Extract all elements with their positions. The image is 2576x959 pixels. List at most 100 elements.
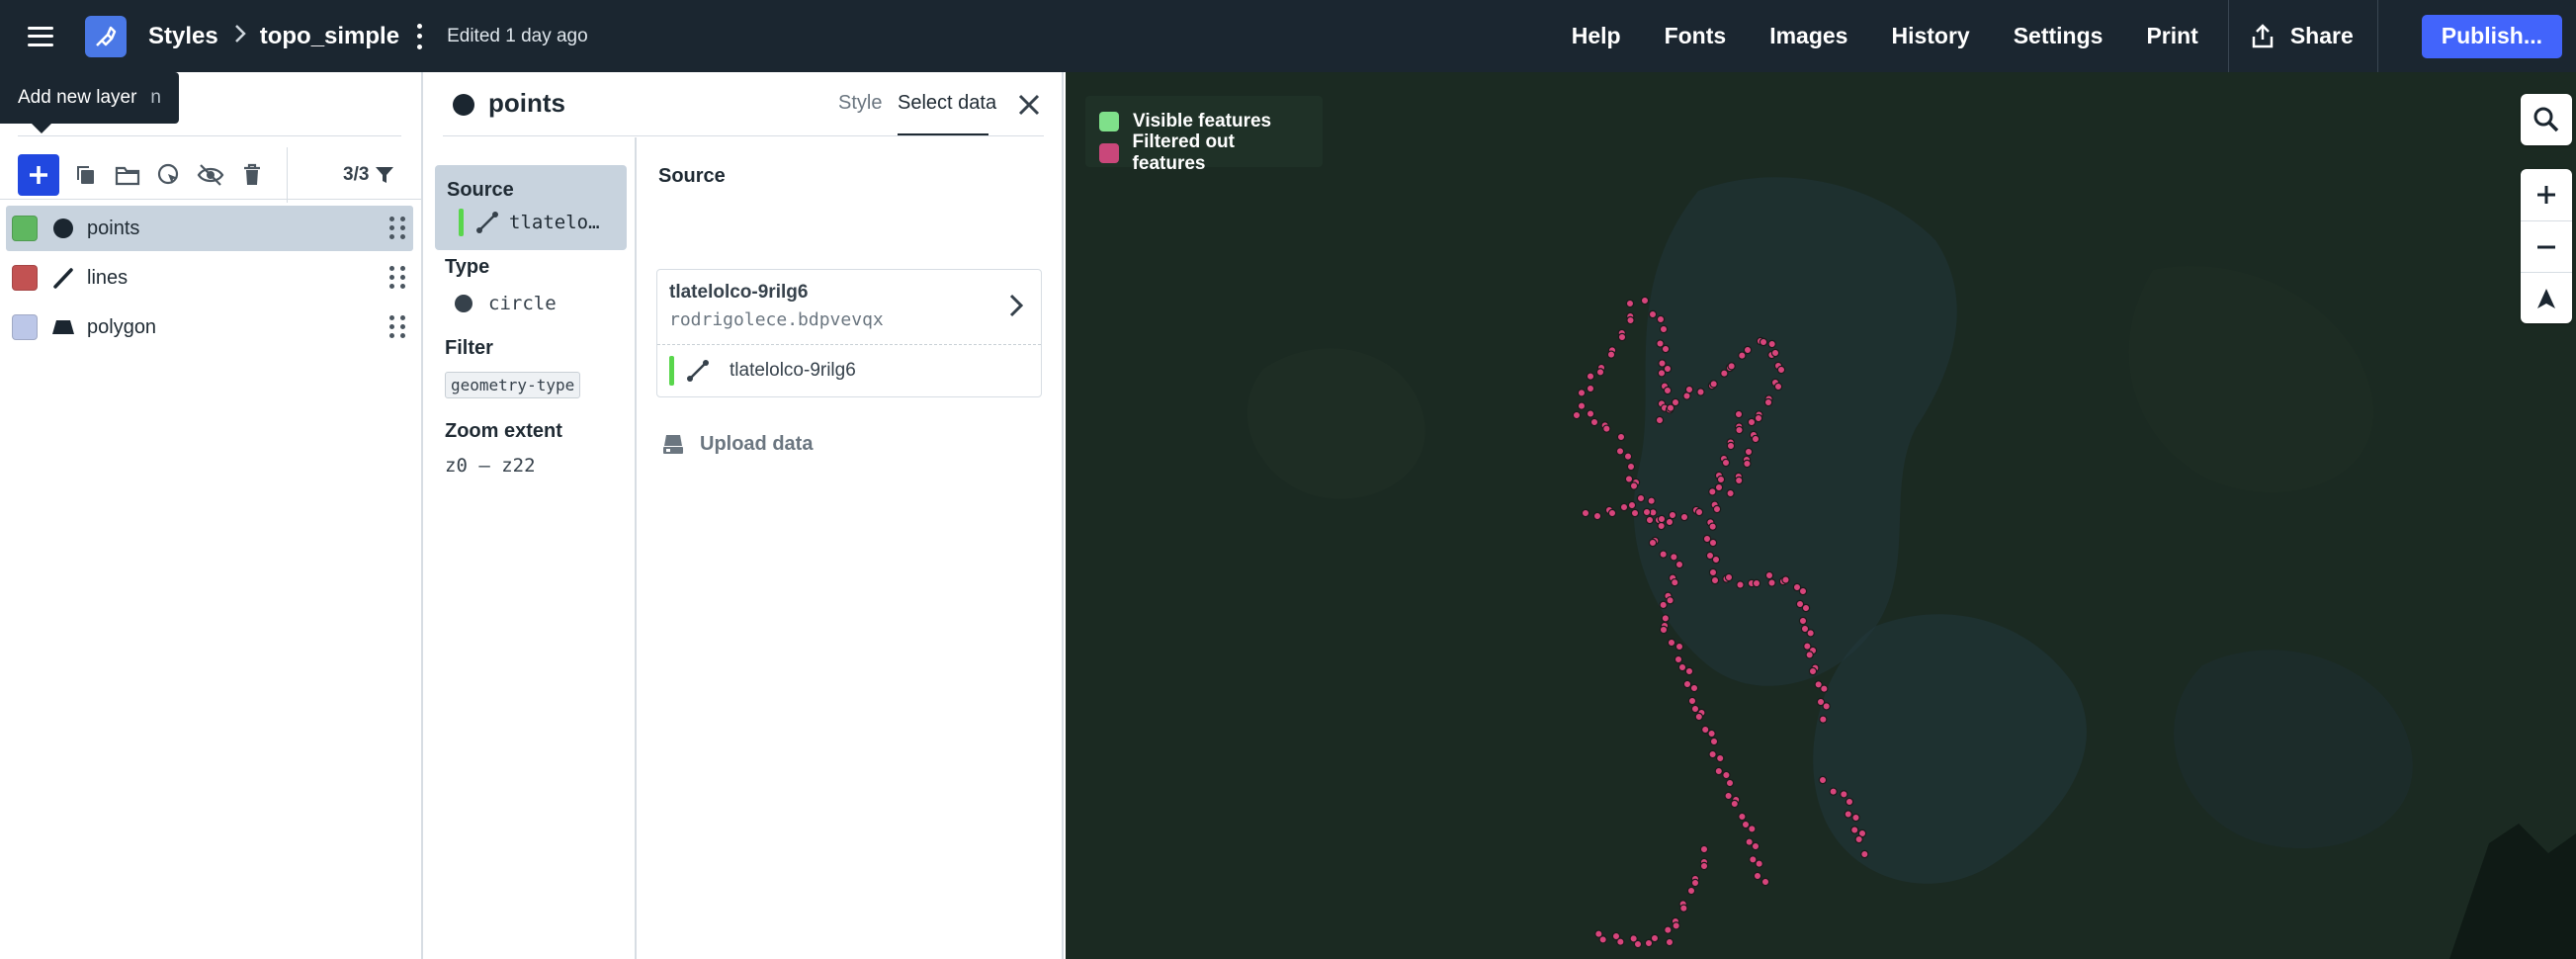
layer-panel: 3/3 points lines polygon bbox=[0, 72, 423, 959]
zoom-out-icon[interactable] bbox=[2521, 220, 2572, 272]
search-control bbox=[2521, 94, 2572, 145]
map-point bbox=[1674, 654, 1683, 664]
map-point bbox=[1699, 844, 1709, 854]
map-point bbox=[1661, 344, 1671, 354]
map-point bbox=[1595, 368, 1605, 377]
map-point bbox=[1767, 339, 1776, 349]
filter-icon[interactable] bbox=[375, 165, 394, 185]
map-point bbox=[1711, 555, 1721, 565]
nav-history[interactable]: History bbox=[1891, 23, 1969, 49]
tab-style[interactable]: Style bbox=[838, 92, 882, 115]
map-point bbox=[1781, 575, 1790, 584]
filter-tag[interactable]: geometry-type bbox=[445, 372, 581, 398]
map-point bbox=[1656, 314, 1666, 324]
drag-handle-icon[interactable] bbox=[389, 266, 405, 290]
layer-color-swatch[interactable] bbox=[12, 265, 38, 291]
map-point bbox=[1721, 458, 1731, 468]
folder-icon[interactable] bbox=[113, 160, 142, 190]
source-item[interactable]: tlatelolco-9rilg6 rodrigolece.bdpvevqx bbox=[657, 270, 1041, 345]
map-point bbox=[1747, 417, 1757, 427]
search-icon[interactable] bbox=[2521, 94, 2572, 145]
duplicate-icon[interactable] bbox=[71, 160, 101, 190]
map-point bbox=[1696, 388, 1705, 396]
map-point bbox=[1667, 638, 1676, 648]
tab-select-data[interactable]: Select data bbox=[898, 92, 996, 115]
map-point bbox=[1710, 575, 1720, 585]
upload-data-button[interactable]: Upload data bbox=[662, 432, 813, 456]
circle-icon bbox=[51, 217, 75, 240]
source-label: Source bbox=[447, 179, 514, 201]
map-point bbox=[1722, 770, 1731, 780]
compass-icon[interactable] bbox=[2521, 272, 2572, 323]
map-point bbox=[1611, 931, 1621, 941]
map-point bbox=[1712, 504, 1722, 514]
source-detail-column: Source bbox=[637, 137, 1064, 959]
map-point bbox=[1751, 841, 1760, 851]
map-point bbox=[1586, 409, 1595, 418]
map-point bbox=[1709, 737, 1719, 746]
map-point bbox=[1627, 500, 1637, 510]
top-bar: Styles topo_simple Edited 1 day ago Help… bbox=[0, 0, 2576, 72]
drag-handle-icon[interactable] bbox=[389, 315, 405, 339]
map-canvas[interactable]: Visible features Filtered out features bbox=[1066, 72, 2576, 959]
layer-item-points[interactable]: points bbox=[6, 206, 413, 251]
chevron-right-icon bbox=[234, 24, 246, 48]
layer-list: points lines polygon bbox=[6, 206, 413, 354]
map-point bbox=[1592, 511, 1602, 521]
upload-icon bbox=[663, 435, 683, 454]
source-layer-item[interactable]: tlatelolco-9rilg6 bbox=[657, 345, 1041, 396]
filter-section: Filter geometry-type bbox=[445, 337, 581, 398]
layer-name: points bbox=[87, 217, 140, 239]
breadcrumb-styles[interactable]: Styles bbox=[148, 23, 218, 50]
layer-item-lines[interactable]: lines bbox=[6, 255, 413, 301]
map-point bbox=[1708, 538, 1718, 548]
share-button[interactable]: Share bbox=[2251, 23, 2354, 49]
map-point bbox=[1607, 508, 1617, 518]
nav-settings[interactable]: Settings bbox=[2014, 23, 2104, 49]
map-point bbox=[1640, 296, 1650, 305]
source-id: tlatelolco-9rilg6 bbox=[669, 282, 809, 303]
map-point bbox=[1759, 337, 1768, 347]
map-point bbox=[1617, 332, 1627, 342]
divider bbox=[2227, 0, 2229, 72]
nav-fonts[interactable]: Fonts bbox=[1665, 23, 1727, 49]
map-point bbox=[1679, 904, 1688, 913]
zoom-in-icon[interactable] bbox=[2521, 169, 2572, 220]
map-point bbox=[1677, 662, 1687, 672]
map-point bbox=[1657, 369, 1667, 378]
style-options-icon[interactable] bbox=[415, 23, 423, 49]
layer-color-swatch[interactable] bbox=[12, 314, 38, 340]
trash-icon[interactable] bbox=[237, 160, 267, 190]
nav-images[interactable]: Images bbox=[1769, 23, 1847, 49]
nav-help[interactable]: Help bbox=[1572, 23, 1621, 49]
map-point bbox=[1663, 386, 1673, 395]
map-point bbox=[1674, 642, 1684, 652]
select-layer-icon[interactable] bbox=[154, 160, 184, 190]
hide-icon[interactable] bbox=[196, 160, 225, 190]
nav-print[interactable]: Print bbox=[2146, 23, 2197, 49]
map-point bbox=[1724, 572, 1734, 582]
close-icon[interactable] bbox=[1016, 92, 1042, 118]
map-point bbox=[1752, 578, 1761, 588]
map-point bbox=[1748, 825, 1757, 833]
map-point bbox=[1581, 508, 1590, 518]
map-point bbox=[1645, 515, 1655, 525]
studio-logo-icon[interactable] bbox=[85, 15, 127, 57]
map-point bbox=[1806, 629, 1815, 638]
layer-item-polygon[interactable]: polygon bbox=[6, 305, 413, 350]
map-point bbox=[1773, 382, 1783, 392]
add-layer-button[interactable] bbox=[18, 154, 59, 196]
menu-icon[interactable] bbox=[28, 26, 53, 46]
map-point bbox=[1726, 441, 1736, 451]
type-value: circle bbox=[488, 293, 557, 314]
map-point bbox=[1661, 614, 1671, 623]
map-point bbox=[1626, 462, 1636, 472]
drag-handle-icon[interactable] bbox=[389, 217, 405, 240]
source-summary-card[interactable]: Source tlatelo… bbox=[435, 165, 627, 250]
map-point bbox=[1738, 812, 1747, 822]
map-point bbox=[1709, 380, 1718, 389]
map-point bbox=[1850, 826, 1859, 834]
map-point bbox=[1708, 487, 1717, 496]
publish-button[interactable]: Publish... bbox=[2421, 14, 2562, 58]
layer-color-swatch[interactable] bbox=[12, 216, 38, 241]
